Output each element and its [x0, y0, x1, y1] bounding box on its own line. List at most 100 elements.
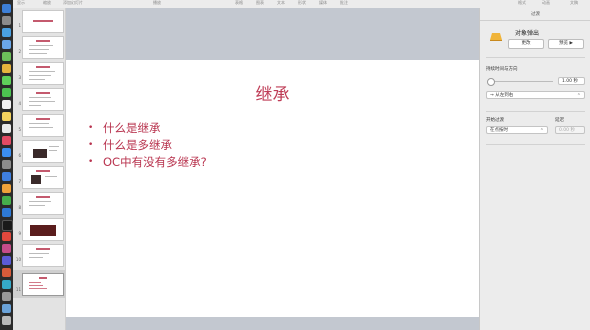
slide-number: 6 — [18, 153, 21, 158]
photos-icon[interactable] — [2, 64, 11, 73]
keynote-icon[interactable] — [2, 172, 11, 181]
slide-thumbnail-row[interactable]: 7 — [13, 164, 65, 189]
bullet-dot-icon: • — [88, 123, 94, 133]
chevron-updown-icon: ⌃ — [539, 128, 544, 134]
calendar-icon[interactable] — [2, 100, 11, 109]
numbers-icon[interactable] — [2, 196, 11, 205]
trash-icon[interactable] — [2, 316, 11, 325]
slide-number: 5 — [18, 127, 21, 132]
notes-icon[interactable] — [2, 112, 11, 121]
safari-icon[interactable] — [2, 28, 11, 37]
bullet-item: • OC中有没有多继承? — [88, 154, 207, 171]
slide-thumbnail-row[interactable]: 1 — [13, 8, 65, 33]
app-icon[interactable] — [2, 268, 11, 277]
tab-divider — [480, 20, 590, 21]
slide-thumbnail[interactable] — [22, 140, 64, 163]
bullet-item: • 什么是多继承 — [88, 137, 207, 154]
mail-icon[interactable] — [2, 40, 11, 49]
bullet-list[interactable]: • 什么是继承 • 什么是多继承 • OC中有没有多继承? — [88, 120, 207, 171]
slide-thumbnail[interactable] — [22, 114, 64, 137]
start-transition-select[interactable]: 在点按时 ⌃ — [486, 126, 548, 134]
toolbar-table[interactable]: 表格 — [235, 0, 243, 6]
slide-thumbnail[interactable] — [22, 10, 64, 33]
toolbar-animate[interactable]: 动画 — [542, 0, 550, 6]
direction-select[interactable]: → 从左到右 ⌃ — [486, 91, 585, 99]
transition-effect-icon — [490, 33, 502, 41]
app-icon[interactable] — [2, 256, 11, 265]
maps-icon[interactable] — [2, 52, 11, 61]
start-transition-label: 开始过渡 — [486, 118, 504, 123]
delay-value: 0.00 秒 — [559, 128, 575, 133]
bullet-text: 什么是继承 — [103, 121, 161, 135]
app-store-icon[interactable] — [2, 148, 11, 157]
slide-thumbnail[interactable] — [22, 88, 64, 111]
slide-thumbnail-row[interactable]: 4 — [13, 86, 65, 111]
finder-icon[interactable] — [2, 4, 11, 13]
change-button[interactable]: 更改 — [508, 39, 544, 49]
launchpad-icon[interactable] — [2, 16, 11, 25]
preview-button[interactable]: 预览 ▶ — [548, 39, 584, 49]
slide-number: 10 — [15, 257, 21, 262]
toolbar-document[interactable]: 文稿 — [570, 0, 578, 6]
app-icon[interactable] — [2, 280, 11, 289]
reminders-icon[interactable] — [2, 124, 11, 133]
slide[interactable]: 继承 • 什么是继承 • 什么是多继承 • OC中有没有多继承? — [66, 60, 479, 317]
app-icon[interactable] — [2, 292, 11, 301]
slide-thumbnail[interactable] — [22, 36, 64, 59]
duration-slider-track[interactable] — [488, 81, 553, 82]
toolbar-media[interactable]: 媒体 — [319, 0, 327, 6]
slide-number: 1 — [18, 23, 21, 28]
facetime-icon[interactable] — [2, 88, 11, 97]
toolbar-shape[interactable]: 形状 — [298, 0, 306, 6]
toolbar-play[interactable]: 播放 — [153, 0, 161, 6]
duration-stepper[interactable]: 1.00 秒 — [558, 77, 585, 85]
messages-icon[interactable] — [2, 76, 11, 85]
slide-thumbnail-selected[interactable] — [22, 273, 64, 296]
slide-thumbnail[interactable] — [22, 62, 64, 85]
slide-title[interactable]: 继承 — [66, 80, 479, 105]
bullet-item: • 什么是继承 — [88, 120, 207, 137]
preview-label: 预览 — [559, 41, 569, 46]
app-icon[interactable] — [2, 244, 11, 253]
slide-thumbnail-row[interactable]: 3 — [13, 60, 65, 85]
delay-label: 延迟 — [555, 118, 564, 123]
delay-stepper[interactable]: 0.00 秒 — [555, 126, 585, 134]
pages-icon[interactable] — [2, 184, 11, 193]
play-icon: ▶ — [569, 41, 573, 46]
chrome-icon[interactable] — [2, 232, 11, 241]
effect-name: 对象弹出 — [515, 30, 540, 37]
inspector-panel: 过渡 对象弹出 更改 预览 ▶ 持续时间与方向 1.00 秒 → 从左到右 ⌃ … — [479, 8, 590, 330]
slide-thumbnail-row[interactable]: 10 — [13, 242, 65, 267]
slide-thumbnail-row[interactable]: 9 — [13, 216, 65, 241]
slide-thumbnail-row[interactable]: 8 — [13, 190, 65, 215]
toolbar-add-slide[interactable]: 添加幻灯片 — [63, 0, 83, 6]
xcode-icon[interactable] — [2, 208, 11, 217]
settings-icon[interactable] — [2, 160, 11, 169]
slide-number: 4 — [18, 101, 21, 106]
toolbar-text[interactable]: 文本 — [277, 0, 285, 6]
tab-transition[interactable]: 过渡 — [480, 11, 590, 17]
slide-number: 9 — [18, 231, 21, 236]
direction-value: 从左到右 — [495, 93, 514, 98]
toolbar-view[interactable]: 显示 — [17, 0, 25, 6]
slide-thumbnail[interactable] — [22, 166, 64, 189]
slide-thumbnail-row[interactable]: 6 — [13, 138, 65, 163]
slide-thumbnail-row[interactable]: 2 — [13, 34, 65, 59]
slide-thumbnail[interactable] — [22, 192, 64, 215]
slide-thumbnail-row-selected[interactable]: 11 — [13, 270, 65, 298]
dock — [0, 0, 13, 330]
slide-thumbnail[interactable] — [22, 218, 64, 241]
duration-slider-knob[interactable] — [487, 78, 495, 86]
slide-thumbnail-row[interactable]: 5 — [13, 112, 65, 137]
terminal-icon[interactable] — [2, 220, 13, 231]
toolbar-format[interactable]: 格式 — [518, 0, 526, 6]
bullet-text: OC中有没有多继承? — [103, 155, 207, 169]
start-transition-value: 在点按时 — [490, 128, 508, 133]
slide-thumbnail[interactable] — [22, 244, 64, 267]
folder-icon[interactable] — [2, 304, 11, 313]
music-icon[interactable] — [2, 136, 11, 145]
toolbar-chart[interactable]: 图表 — [256, 0, 264, 6]
toolbar-comment[interactable]: 批注 — [340, 0, 348, 6]
slide-number: 7 — [18, 179, 21, 184]
toolbar-zoom[interactable]: 缩放 — [43, 0, 51, 6]
